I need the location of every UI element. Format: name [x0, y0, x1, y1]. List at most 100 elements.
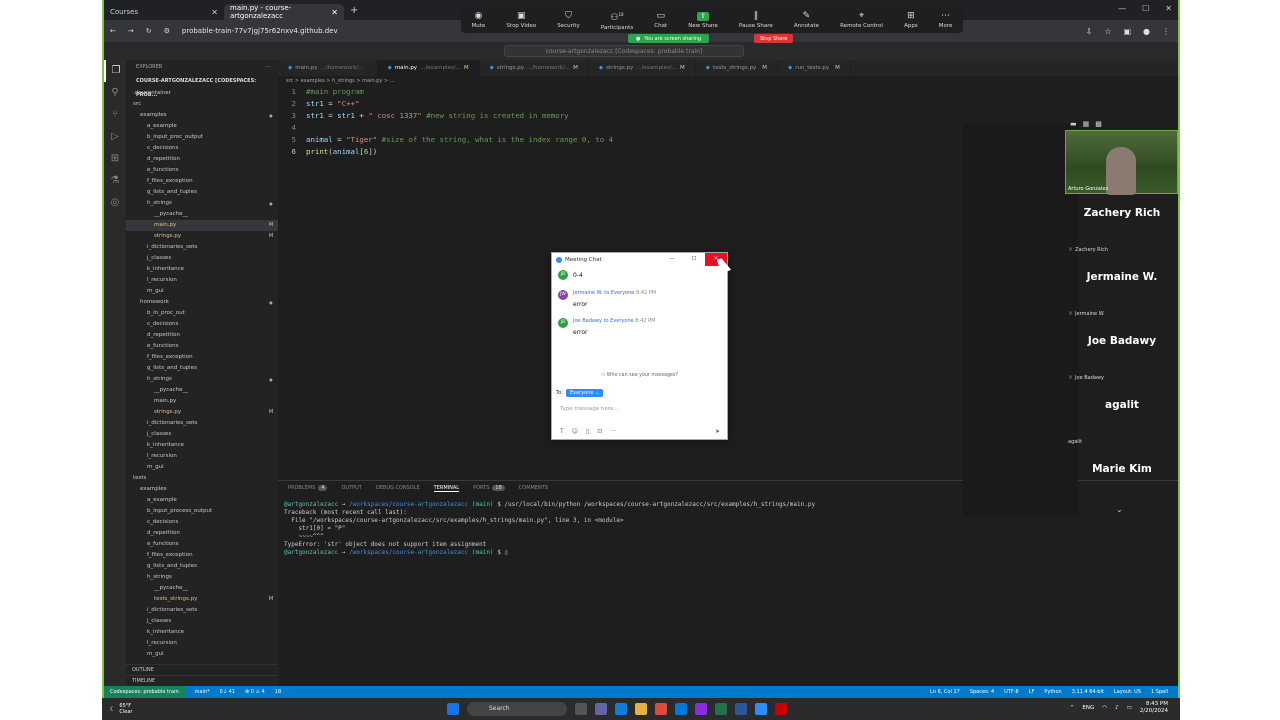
- video-tile[interactable]: Arturo Gonzalez: [1065, 130, 1178, 195]
- tree-folder[interactable]: d_repetition: [126, 154, 278, 165]
- zoom-annotate-button[interactable]: ✎ Annotate: [794, 11, 819, 29]
- download-icon[interactable]: ⇩: [1086, 27, 1093, 36]
- tree-folder[interactable]: e_functions: [126, 341, 278, 352]
- profile-icon[interactable]: ●: [1143, 27, 1150, 36]
- start-icon[interactable]: [447, 703, 459, 715]
- panel-tab[interactable]: TERMINAL: [433, 485, 460, 492]
- close-icon[interactable]: ✕: [331, 8, 338, 17]
- chrome-icon[interactable]: [655, 703, 667, 715]
- tree-folder[interactable]: f_files_exception: [126, 176, 278, 187]
- zoom-participants-button[interactable]: ⚇18 Participants: [601, 10, 633, 31]
- testing-icon[interactable]: ⚗: [104, 170, 126, 192]
- url-field[interactable]: probable-train-77v7jgj75r62nxv4.github.d…: [182, 27, 338, 35]
- sync-indicator[interactable]: 0↓ 41: [220, 689, 235, 695]
- chevron-down-icon[interactable]: ⌄: [1116, 505, 1123, 514]
- tree-folder[interactable]: j_classes: [126, 429, 278, 440]
- tree-folder[interactable]: a_example: [126, 121, 278, 132]
- tree-folder[interactable]: c_decisions: [126, 517, 278, 528]
- wifi-icon[interactable]: ◠: [1102, 705, 1107, 711]
- participant-tile[interactable]: Joe Badawy ✕ Joe Badawy: [1066, 323, 1178, 387]
- tree-folder[interactable]: m_gui: [126, 462, 278, 473]
- tree-folder[interactable]: j_classes: [126, 253, 278, 264]
- taskbar-search[interactable]: Search: [467, 702, 567, 716]
- zoom-more-button[interactable]: ⋯ More: [939, 11, 953, 29]
- tree-folder[interactable]: .devcontainer: [126, 88, 278, 99]
- tree-folder[interactable]: b_input_process_output: [126, 506, 278, 517]
- tree-folder[interactable]: f_files_exception: [126, 550, 278, 561]
- status-item[interactable]: Python: [1044, 689, 1061, 695]
- visibility-link[interactable]: ⚇ Who can see your messages?: [552, 373, 727, 378]
- tree-folder[interactable]: e_functions: [126, 539, 278, 550]
- tree-folder[interactable]: f_files_exception: [126, 352, 278, 363]
- panel-tab[interactable]: OUTPUT: [341, 485, 361, 491]
- recipient-dropdown[interactable]: Everyone ⌄: [565, 389, 604, 397]
- format-icon[interactable]: T: [560, 428, 564, 435]
- menu-icon[interactable]: ⋮: [1162, 27, 1170, 36]
- editor-tab[interactable]: ◆ tests_strings.py M: [696, 60, 778, 76]
- breadcrumb[interactable]: src > examples > h_strings > main.py > .…: [278, 76, 1178, 86]
- participant-tile[interactable]: Zachery Rich ✕ Zachery Rich: [1066, 195, 1178, 259]
- onenote-icon[interactable]: [695, 703, 707, 715]
- emoji-icon[interactable]: ☺: [572, 428, 578, 435]
- tree-folder[interactable]: k_inheritance: [126, 627, 278, 638]
- tree-folder[interactable]: a_example: [126, 495, 278, 506]
- tree-folder[interactable]: j_classes: [126, 616, 278, 627]
- back-icon[interactable]: ←: [110, 27, 116, 35]
- participant-tile[interactable]: agalit agalit: [1066, 387, 1178, 451]
- battery-icon[interactable]: ▭: [1127, 705, 1132, 711]
- tree-folder[interactable]: examples ●: [126, 110, 278, 121]
- teams-icon[interactable]: [595, 703, 607, 715]
- volume-icon[interactable]: ♪: [1115, 705, 1119, 711]
- language-indicator[interactable]: ENG: [1082, 705, 1094, 711]
- ports-indicator[interactable]: 18: [275, 689, 281, 695]
- close-icon[interactable]: ✕: [211, 8, 218, 17]
- tree-folder[interactable]: l_recursion: [126, 275, 278, 286]
- zoom-icon[interactable]: [755, 703, 767, 715]
- message-input[interactable]: Type message here...: [560, 406, 619, 412]
- status-item[interactable]: LF: [1029, 689, 1035, 695]
- reload-icon[interactable]: ↻: [146, 27, 152, 35]
- status-item[interactable]: Layout: US: [1114, 689, 1141, 695]
- panel-tab[interactable]: PROBLEMS 4: [288, 485, 328, 491]
- zoom-stop-video-button[interactable]: ▣ Stop Video: [506, 11, 536, 29]
- tree-file[interactable]: strings.py M: [126, 231, 278, 242]
- grid-icon[interactable]: ▦: [1083, 120, 1090, 128]
- extensions-icon[interactable]: ⊞: [104, 148, 126, 170]
- editor-tab[interactable]: ◆ strings.py .../homework/... M: [480, 60, 589, 76]
- tree-folder[interactable]: b_input_proc_output: [126, 132, 278, 143]
- tree-folder[interactable]: tests: [126, 473, 278, 484]
- search-icon[interactable]: ⚲: [104, 82, 126, 104]
- tree-folder[interactable]: i_dictionaries_sets: [126, 418, 278, 429]
- file-icon[interactable]: ▯: [586, 428, 589, 435]
- tree-folder[interactable]: __pycache__: [126, 209, 278, 220]
- tree-folder[interactable]: d_repetition: [126, 528, 278, 539]
- tree-file[interactable]: strings.py M: [126, 407, 278, 418]
- remote-explorer-icon[interactable]: ◎: [104, 192, 126, 214]
- tree-file[interactable]: main.py M: [126, 220, 278, 231]
- tree-folder[interactable]: homework ●: [126, 297, 278, 308]
- tree-folder[interactable]: d_repetition: [126, 330, 278, 341]
- command-center[interactable]: course-artgonzalezacc [Codespaces: proba…: [504, 45, 744, 57]
- panel-tab[interactable]: DEBUG CONSOLE: [376, 485, 420, 491]
- editor-tab[interactable]: ◆ run_tests.py M: [778, 60, 851, 76]
- tree-folder[interactable]: b_in_proc_out: [126, 308, 278, 319]
- tree-folder[interactable]: h_strings: [126, 572, 278, 583]
- status-item[interactable]: UTF-8: [1004, 689, 1019, 695]
- tree-folder[interactable]: g_lists_and_tuples: [126, 561, 278, 572]
- word-icon[interactable]: [735, 703, 747, 715]
- editor-tab[interactable]: ◆ strings.py .../examples/... M: [589, 60, 696, 76]
- extensions-icon[interactable]: ▣: [1123, 27, 1131, 36]
- editor-tab[interactable]: ◆ main.py .../homework/...: [278, 60, 378, 76]
- star-icon[interactable]: ☆: [1104, 27, 1111, 36]
- more-icon[interactable]: ···: [265, 60, 278, 74]
- browser-tab-courses[interactable]: Courses ✕: [104, 4, 224, 20]
- tree-folder[interactable]: g_lists_and_tuples: [126, 187, 278, 198]
- minimize-icon[interactable]: —: [1118, 4, 1126, 13]
- tree-folder[interactable]: i_dictionaries_sets: [126, 242, 278, 253]
- zoom-new-share-button[interactable]: ⇧ New Share: [688, 11, 718, 29]
- tree-folder[interactable]: k_inheritance: [126, 440, 278, 451]
- zoom-remote-control-button[interactable]: ⌖ Remote Control: [840, 11, 883, 29]
- panel-tab[interactable]: COMMENTS: [519, 485, 548, 491]
- clock[interactable]: 8:43 PM 2/20/2024: [1140, 701, 1168, 715]
- tree-file[interactable]: main.py: [126, 396, 278, 407]
